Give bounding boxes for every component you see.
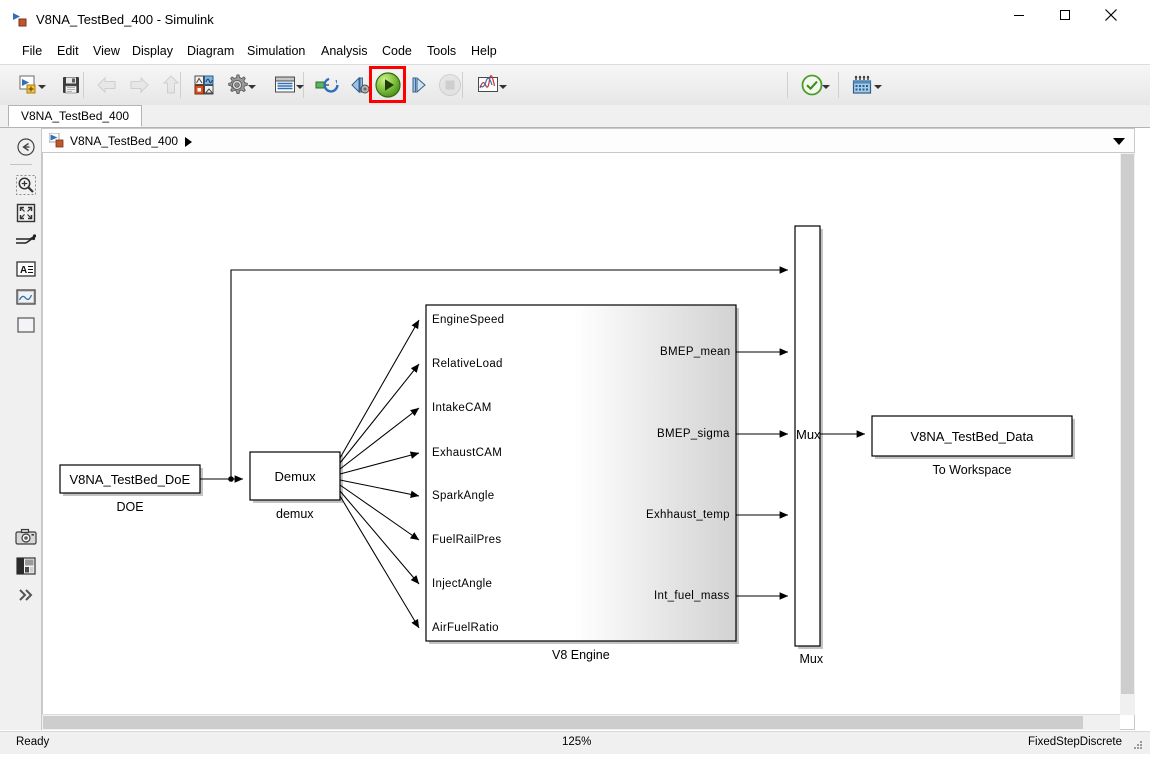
menu-item-diagram[interactable]: Diagram [179, 40, 242, 63]
model-advisor-dropdown-arrow[interactable] [822, 82, 831, 90]
to-workspace-block-text: V8NA_TestBed_Data [910, 428, 1034, 444]
menu-bar: File Edit View Display Diagram Simulation Anal… [0, 40, 1150, 63]
doe-block-text: V8NA_TestBed_DoE [69, 471, 191, 487]
new-model-dropdown-arrow[interactable] [38, 82, 47, 90]
engine-output-label: BMEP_mean [660, 346, 731, 358]
canvas-toolbar: A [0, 128, 42, 730]
simulink-model-icon [12, 13, 28, 27]
update-model-button[interactable] [312, 70, 342, 100]
navigate-back-button[interactable] [13, 134, 39, 160]
engine-output-label: BMEP_sigma [657, 428, 730, 440]
more-tools-button[interactable] [13, 582, 39, 608]
solver-name: FixedStepDiscrete [1028, 736, 1122, 748]
menu-item-help[interactable]: Help [463, 40, 505, 63]
toolbar-separator [787, 72, 788, 98]
fit-to-view-button[interactable] [13, 200, 39, 226]
minimize-button[interactable] [996, 0, 1042, 30]
vertical-scrollbar-thumb[interactable] [1121, 154, 1134, 694]
simulink-model-icon [48, 132, 65, 148]
area-button[interactable] [13, 312, 39, 338]
menu-item-tools[interactable]: Tools [419, 40, 464, 63]
menu-item-edit[interactable]: Edit [49, 40, 87, 63]
image-annotation-button[interactable] [13, 284, 39, 310]
maximize-button[interactable] [1042, 0, 1088, 30]
stop-button[interactable] [435, 70, 465, 100]
engine-output-signals [736, 348, 789, 600]
engine-output-label: Exhhaust_temp [646, 509, 730, 521]
model-canvas[interactable]: V8NA_TestBed_DoE Demux Mux V8NA_TestBed_… [42, 153, 1135, 730]
model-tab-strip: V8NA_TestBed_400 [0, 105, 1150, 128]
zoom-in-button[interactable] [13, 172, 39, 198]
engine-input-label: RelativeLoad [432, 358, 503, 370]
toolbar: Normal [0, 64, 1150, 160]
annotation-button[interactable]: A [13, 256, 39, 282]
engine-input-label: ExhaustCAM [432, 447, 503, 459]
status-message: Ready [16, 736, 50, 748]
mux-block-label: Mux [799, 652, 824, 666]
scope-dropdown-arrow[interactable] [499, 82, 508, 90]
engine-input-label: FuelRailPres [432, 534, 502, 546]
title-bar: V8NA_TestBed_400 - Simulink [0, 0, 1150, 38]
screenshot-button[interactable] [13, 524, 39, 550]
breadcrumb-chevron-icon [185, 137, 192, 147]
menu-item-code[interactable]: Code [374, 40, 420, 63]
chevron-down-icon[interactable] [1113, 138, 1125, 145]
demux-block-label: demux [276, 507, 314, 521]
signal-branch-point [228, 476, 234, 482]
engine-input-label: AirFuelRatio [432, 622, 499, 634]
tab-v8na-testbed-400[interactable]: V8NA_TestBed_400 [8, 105, 143, 127]
library-browser-button[interactable] [189, 70, 219, 100]
breadcrumb-label[interactable]: V8NA_TestBed_400 [70, 134, 178, 148]
step-forward-button[interactable] [404, 70, 434, 100]
resize-grip-icon[interactable] [1133, 739, 1143, 749]
up-to-parent-button[interactable] [156, 70, 186, 100]
engine-input-label: IntakeCAM [432, 402, 492, 414]
mux-block-text: Mux [796, 426, 821, 442]
signal-routing-button[interactable] [13, 228, 39, 254]
run-button[interactable] [373, 70, 403, 100]
svg-text:A: A [20, 265, 27, 276]
breadcrumb: V8NA_TestBed_400 [42, 128, 1135, 153]
menu-item-simulation[interactable]: Simulation [239, 40, 313, 63]
model-settings-dropdown-arrow[interactable] [248, 82, 257, 90]
back-button[interactable] [92, 70, 122, 100]
v8-engine-block-label: V8 Engine [552, 648, 610, 662]
forward-button[interactable] [124, 70, 154, 100]
model-tab-label: V8NA_TestBed_400 [21, 109, 130, 123]
demux-block-text: Demux [274, 468, 316, 484]
zoom-level: 125% [562, 736, 592, 748]
vertical-scrollbar[interactable] [1120, 153, 1135, 715]
save-button[interactable] [56, 70, 86, 100]
menu-item-view[interactable]: View [85, 40, 128, 63]
window-title: V8NA_TestBed_400 - Simulink [36, 12, 214, 27]
model-explorer-dropdown-arrow[interactable] [296, 82, 305, 90]
engine-input-label: EngineSpeed [432, 314, 505, 326]
engine-input-label: InjectAngle [432, 578, 493, 590]
step-back-button[interactable] [344, 70, 374, 100]
horizontal-scrollbar-thumb[interactable] [43, 716, 1083, 729]
toolbar-separator [838, 72, 839, 98]
print-to-figure-button[interactable] [13, 553, 39, 579]
menu-item-display[interactable]: Display [124, 40, 181, 63]
menu-item-file[interactable]: File [14, 40, 50, 63]
doe-block-label: DOE [116, 500, 144, 514]
status-bar: Ready 125% FixedStepDiscrete [0, 731, 1150, 754]
build-model-dropdown-arrow[interactable] [874, 82, 883, 90]
engine-input-label: SparkAngle [432, 490, 495, 502]
horizontal-scrollbar[interactable] [42, 714, 1120, 730]
close-button[interactable] [1088, 0, 1134, 30]
palette-divider [10, 164, 32, 165]
simulink-window: V8NA_TestBed_400 - Simulink File Edit View… [0, 0, 1150, 770]
demux-output-signals [339, 319, 420, 629]
engine-output-label: Int_fuel_mass [654, 590, 730, 602]
menu-item-analysis[interactable]: Analysis [313, 40, 376, 63]
to-workspace-block-label: To Workspace [932, 463, 1012, 477]
